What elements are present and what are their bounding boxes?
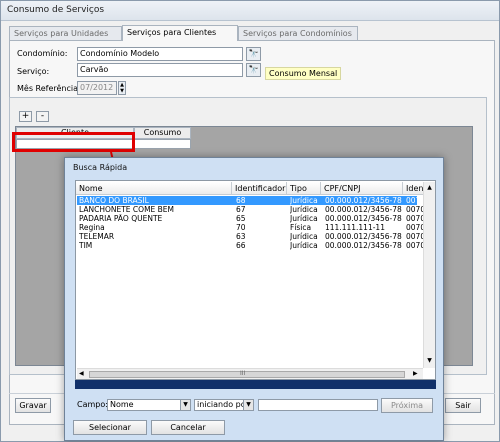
condominio-field[interactable]: Condomínio Modelo [77, 47, 243, 61]
horizontal-scrollbar[interactable]: ◀ III ▶ [77, 368, 423, 379]
window-title: Consumo de Serviços [7, 5, 105, 15]
spin-down-icon[interactable]: ▼ [119, 88, 125, 94]
condominio-search-button[interactable]: 🔭 [246, 47, 261, 61]
gravar-button[interactable]: Gravar [15, 398, 51, 413]
mes-referencia-field[interactable]: 07/2012 [77, 81, 117, 95]
mes-spinner[interactable]: ▲ ▼ [118, 81, 126, 95]
binoculars-icon: 🔭 [248, 65, 259, 74]
column-header-nome[interactable]: Nome [76, 182, 232, 195]
chevron-down-icon[interactable]: ▼ [180, 400, 190, 410]
scroll-up-icon[interactable]: ▲ [425, 183, 434, 193]
filtro-select[interactable]: iniciando por ▼ [194, 399, 254, 411]
sair-button[interactable]: Sair [445, 398, 481, 413]
main-window: Consumo de Serviços Serviços para Unidad… [0, 0, 500, 442]
list-row[interactable]: BANCO DO BRASIL 68 Jurídica 00.000.012/3… [77, 196, 426, 205]
results-list: Nome Identificador Tipo CPF/CNPJ Identif… [75, 180, 436, 380]
scroll-left-icon[interactable]: ◀ [79, 370, 87, 378]
add-row-button[interactable]: + [19, 111, 32, 122]
scroll-grip-icon: III [240, 370, 246, 377]
list-row[interactable]: TIM 66 Jurídica 00.000.012/3456-78 00706… [77, 241, 426, 250]
tab-servicos-condominios[interactable]: Serviços para Condomínios [238, 26, 358, 40]
list-row[interactable]: Regina 70 Física 111.111.111-11 007070 [77, 223, 426, 232]
column-header-identificador[interactable]: Identificador [232, 182, 287, 195]
servico-field[interactable]: Carvão [77, 63, 243, 77]
servico-search-button[interactable]: 🔭 [246, 63, 261, 77]
selecionar-button[interactable]: Selecionar [73, 420, 147, 435]
consumo-mensal-tag: Consumo Mensal [265, 67, 342, 80]
tab-servicos-clientes[interactable]: Serviços para Clientes [122, 25, 238, 41]
remove-row-button[interactable]: - [36, 111, 49, 122]
grid-cell-consumo[interactable] [134, 139, 191, 149]
column-header-cpf-cnpj[interactable]: CPF/CNPJ [321, 182, 403, 195]
title-bar: Consumo de Serviços [1, 1, 499, 21]
highlight-box [12, 132, 135, 152]
search-input[interactable] [258, 399, 378, 411]
chevron-down-icon[interactable]: ▼ [243, 400, 253, 410]
filter-row: Campo: Nome ▼ iniciando por ▼ Próxima [75, 398, 436, 416]
column-header-tipo[interactable]: Tipo [287, 182, 321, 195]
list-row[interactable]: PADARIA PÃO QUENTE 65 Jurídica 00.000.01… [77, 214, 426, 223]
proxima-button[interactable]: Próxima [381, 398, 433, 413]
grid-header-consumo[interactable]: Consumo [134, 127, 191, 139]
condominio-label: Condomínio: [17, 49, 68, 58]
scroll-thumb[interactable]: III [89, 370, 405, 378]
vertical-scrollbar[interactable]: ▲ ▼ [423, 182, 435, 368]
tab-servicos-unidades[interactable]: Serviços para Unidades [9, 26, 122, 40]
campo-label: Campo: [77, 400, 108, 409]
scroll-down-icon[interactable]: ▼ [425, 356, 434, 366]
scroll-right-icon[interactable]: ▶ [413, 370, 421, 378]
dialog-title: Busca Rápida [73, 163, 128, 172]
status-strip [75, 380, 436, 389]
list-row[interactable]: TELEMAR 63 Jurídica 00.000.012/3456-78 0… [77, 232, 426, 241]
campo-select[interactable]: Nome ▼ [107, 399, 191, 411]
servico-label: Serviço: [17, 67, 50, 76]
cancelar-button[interactable]: Cancelar [151, 420, 225, 435]
binoculars-icon: 🔭 [248, 49, 259, 58]
mes-referencia-label: Mês Referência: [17, 84, 81, 93]
list-row[interactable]: LANCHONETE COME BEM 67 Jurídica 00.000.0… [77, 205, 426, 214]
busca-rapida-dialog: Busca Rápida Nome Identificador Tipo CPF… [64, 157, 444, 441]
